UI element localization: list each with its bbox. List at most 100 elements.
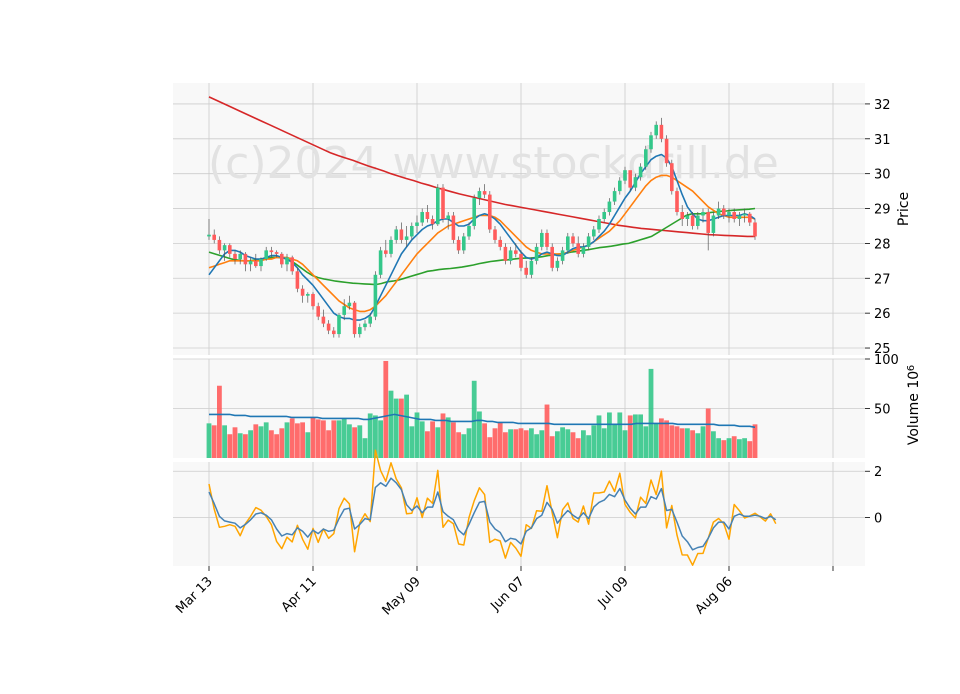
volume-bar <box>633 414 638 458</box>
price-tick-label: 31 <box>874 133 891 148</box>
volume-bar <box>217 385 222 458</box>
candle-body <box>425 212 430 219</box>
volume-bar <box>352 427 357 458</box>
candle-body <box>280 253 284 265</box>
volume-bar <box>555 431 560 458</box>
candle-body <box>472 198 476 226</box>
candle-body <box>680 212 684 219</box>
candle-body <box>482 191 487 195</box>
volume-bar <box>638 414 643 458</box>
volume-bar <box>232 427 238 458</box>
candle-body <box>493 229 497 240</box>
candle-body <box>618 180 622 192</box>
volume-bar <box>544 404 550 458</box>
volume-bar <box>612 424 617 458</box>
volume-bar <box>575 438 581 458</box>
candle-body <box>228 245 232 254</box>
volume-bar <box>700 426 706 458</box>
candle-body <box>638 166 643 178</box>
volume-bar <box>685 428 690 458</box>
volume-bar <box>622 430 628 458</box>
volume-bar <box>752 424 758 458</box>
candle-body <box>623 170 627 181</box>
volume-bar <box>695 433 701 458</box>
volume-bar <box>711 431 716 458</box>
candle-body <box>659 124 664 139</box>
candle-body <box>295 271 300 289</box>
candle-body <box>737 215 742 219</box>
volume-bar <box>243 434 248 458</box>
candle-body <box>696 215 700 226</box>
candle-body <box>488 194 492 230</box>
volume-bar <box>404 394 409 458</box>
volume-bar <box>253 424 259 458</box>
candle-body <box>259 259 263 267</box>
volume-bar <box>388 390 394 458</box>
volume-bar <box>539 430 545 458</box>
candle-body <box>217 239 222 251</box>
candle-body <box>337 314 341 335</box>
volume-bar <box>300 422 305 458</box>
candle-body <box>430 219 435 225</box>
candle-body <box>727 212 731 216</box>
volume-bar <box>653 423 659 458</box>
candle-body <box>347 302 352 307</box>
volume-bar <box>206 423 212 458</box>
volume-bar <box>627 415 633 458</box>
candle-body <box>410 225 414 237</box>
volume-bar <box>586 435 591 458</box>
volume-bar <box>383 360 389 458</box>
volume-bar <box>227 434 233 458</box>
candle-body <box>711 215 716 233</box>
volume-axis-exponent: 6 <box>906 365 917 371</box>
volume-bar <box>617 412 623 458</box>
volume-bar <box>508 429 513 458</box>
volume-bar <box>347 424 352 458</box>
x-tick-label: Jun 07 <box>488 574 528 614</box>
candle-body <box>207 234 211 237</box>
candle-body <box>399 229 404 240</box>
candle-body <box>701 212 705 216</box>
volume-bar <box>362 438 368 458</box>
candle-body <box>306 293 310 296</box>
candle-body <box>326 323 331 331</box>
volume-bar <box>731 436 737 458</box>
candle-body <box>566 236 570 251</box>
candle-body <box>690 215 695 226</box>
candle-body <box>238 253 242 260</box>
volume-bar <box>471 380 477 458</box>
volume-bar <box>211 425 217 458</box>
price-axis-label: Price <box>896 192 912 226</box>
candle-body <box>332 330 336 335</box>
volume-bar <box>466 428 472 458</box>
volume-bar <box>513 429 519 458</box>
candle-body <box>685 215 690 219</box>
candle-body <box>524 267 528 275</box>
osc-tick-label: 2 <box>874 465 882 480</box>
volume-bar <box>248 430 253 458</box>
volume-bar <box>451 422 456 458</box>
volume-bar <box>269 430 274 458</box>
candle-body <box>649 135 653 150</box>
candle-body <box>508 250 513 261</box>
candle-body <box>269 250 274 253</box>
volume-bar <box>747 441 753 458</box>
price-tick-label: 28 <box>874 237 891 252</box>
volume-bar <box>581 430 586 458</box>
volume-axis-label: Volume 10 <box>906 371 922 445</box>
candle-body <box>311 293 315 307</box>
candle-body <box>722 208 726 216</box>
candle-body <box>742 213 747 216</box>
candle-body <box>633 177 638 188</box>
candle-body <box>378 250 383 275</box>
candle-body <box>555 260 560 268</box>
volume-bar <box>549 436 555 458</box>
candle-body <box>415 222 419 226</box>
candle-body <box>243 253 248 265</box>
candle-body <box>394 229 398 240</box>
volume-bar <box>607 412 612 458</box>
candle-body <box>222 245 227 251</box>
volume-bar <box>357 425 363 458</box>
candle-body <box>592 229 596 237</box>
volume-bar <box>643 426 649 458</box>
